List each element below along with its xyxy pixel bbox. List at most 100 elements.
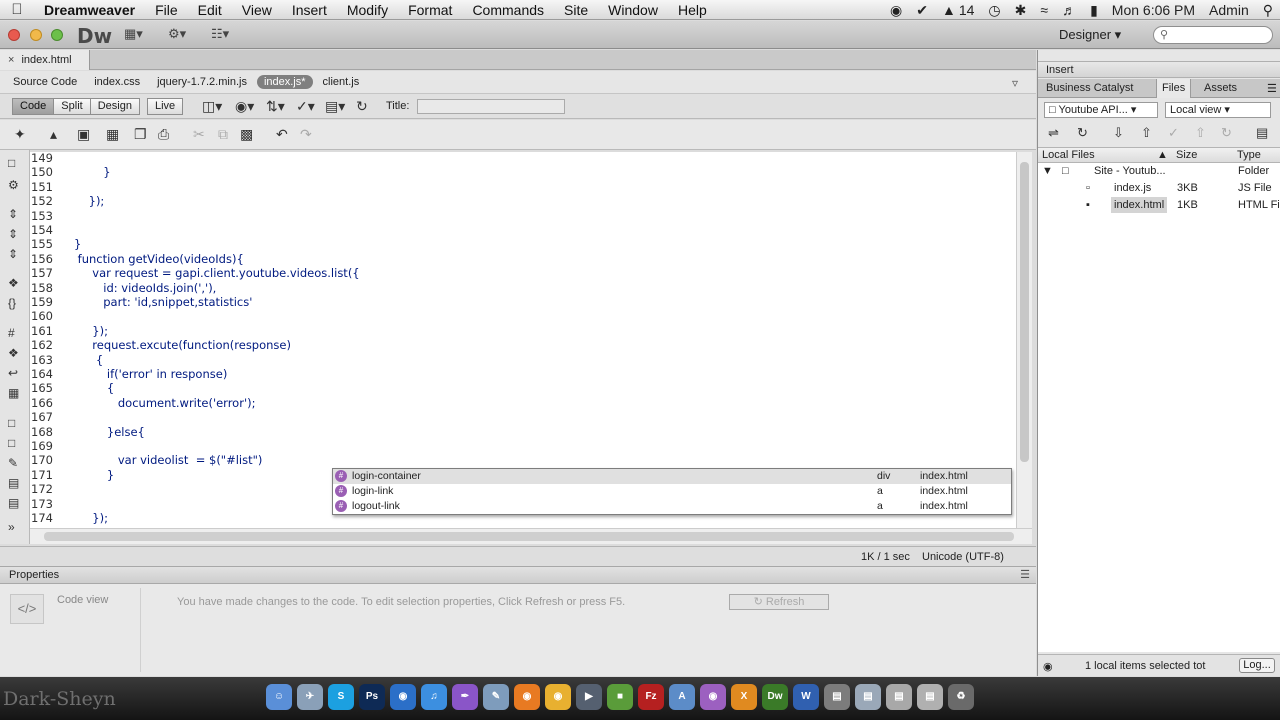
document-tab[interactable]: × index.html bbox=[0, 50, 90, 70]
code-line[interactable]: 171 } bbox=[30, 468, 114, 482]
get-files-icon[interactable]: ⇩ bbox=[1113, 125, 1124, 141]
code-line[interactable]: 153 bbox=[30, 209, 56, 223]
menu-app-name[interactable]: Dreamweaver bbox=[34, 0, 145, 20]
code-line[interactable]: 154 bbox=[30, 223, 56, 237]
related-index-css[interactable]: index.css bbox=[87, 75, 147, 89]
menu-commands[interactable]: Commands bbox=[462, 0, 554, 20]
print-icon[interactable]: ⎙ bbox=[158, 126, 169, 143]
menu-edit[interactable]: Edit bbox=[188, 0, 232, 20]
word-icon[interactable]: W bbox=[793, 684, 819, 710]
wrap-tag-icon[interactable]: ✎ bbox=[8, 456, 18, 470]
related-source-code[interactable]: Source Code bbox=[6, 75, 84, 89]
put-files-icon[interactable]: ⇧ bbox=[1141, 125, 1152, 141]
tree-row[interactable]: ▫ index.js 3KB JS File bbox=[1038, 180, 1280, 196]
check-out-icon[interactable]: ✓ bbox=[1168, 125, 1179, 141]
title-input[interactable] bbox=[417, 99, 565, 114]
code-line[interactable]: 166 document.write('error'); bbox=[30, 396, 255, 410]
camera-icon[interactable]: ◉ bbox=[883, 0, 909, 20]
code-line[interactable]: 163 { bbox=[30, 353, 103, 367]
gear-icon[interactable]: ⚙▾ bbox=[168, 26, 186, 42]
code-line[interactable]: 160 bbox=[30, 309, 56, 323]
filter-icon[interactable]: ▿ bbox=[1005, 75, 1025, 91]
column-type[interactable]: Type bbox=[1237, 149, 1261, 161]
expand-all-icon[interactable]: ⇕ bbox=[8, 247, 18, 261]
paste-icon[interactable]: ▩ bbox=[240, 126, 253, 143]
feather-icon[interactable]: ✒ bbox=[452, 684, 478, 710]
site-select[interactable]: □ Youtube API... ▾ bbox=[1044, 102, 1158, 118]
horizontal-scroll-thumb[interactable] bbox=[44, 532, 1014, 541]
save-all-icon[interactable]: ❐ bbox=[134, 126, 147, 143]
code-line[interactable]: 159 part: 'id,snippet,statistics' bbox=[30, 295, 252, 309]
open-icon[interactable]: ▴ bbox=[50, 126, 57, 143]
code-hint-item[interactable]: # login-link a index.html bbox=[333, 484, 1011, 499]
menu-format[interactable]: Format bbox=[398, 0, 462, 20]
code-line[interactable]: 158 id: videoIds.join(','), bbox=[30, 281, 216, 295]
evernote-icon[interactable]: ✔ bbox=[909, 0, 935, 20]
multiscreen-icon[interactable]: ◫▾ bbox=[202, 98, 222, 115]
tree-row[interactable]: ▼ □ Site - Youtub... Folder bbox=[1038, 163, 1280, 179]
line-numbers-icon[interactable]: # bbox=[8, 326, 15, 340]
horizontal-scrollbar[interactable] bbox=[30, 528, 1032, 544]
balance-braces-icon[interactable]: {} bbox=[8, 296, 16, 310]
code-line[interactable]: 155} bbox=[30, 237, 81, 251]
code-text[interactable]: if('error' in response) bbox=[74, 367, 227, 381]
vertical-scroll-thumb[interactable] bbox=[1020, 162, 1029, 462]
refresh-icon[interactable]: ↻ bbox=[356, 98, 368, 115]
refresh-button[interactable]: ↻ Refresh bbox=[729, 594, 829, 610]
code-line[interactable]: 170 var videolist = $("#list") bbox=[30, 453, 262, 467]
code-line[interactable]: 169 bbox=[30, 439, 56, 453]
menu-insert[interactable]: Insert bbox=[282, 0, 337, 20]
visual-aids-icon[interactable]: ▤▾ bbox=[325, 98, 345, 115]
column-size[interactable]: Size bbox=[1176, 149, 1197, 161]
close-tab-icon[interactable]: × bbox=[0, 54, 21, 66]
code-text[interactable]: }); bbox=[74, 194, 105, 208]
split-view-button[interactable]: Split bbox=[53, 98, 91, 115]
clock[interactable]: Mon 6:06 PM bbox=[1105, 0, 1202, 20]
preview-browser-icon[interactable]: ◉▾ bbox=[235, 98, 254, 115]
browse-icon[interactable]: ▣ bbox=[77, 126, 90, 143]
help-search-input[interactable]: ⚲ bbox=[1153, 26, 1273, 44]
code-text[interactable]: var videolist = $("#list") bbox=[74, 453, 263, 467]
save-icon[interactable]: ▦ bbox=[106, 126, 119, 143]
xampp-icon[interactable]: X bbox=[731, 684, 757, 710]
syntax-coloring-icon[interactable]: ▦ bbox=[8, 386, 19, 400]
adobe-status[interactable]: ▲ 14 bbox=[935, 0, 981, 20]
open-documents-icon[interactable]: □ bbox=[8, 156, 15, 170]
properties-header[interactable]: Properties ☰ bbox=[0, 566, 1036, 584]
minimize-window-button[interactable] bbox=[30, 29, 42, 41]
video-icon[interactable]: ▶ bbox=[576, 684, 602, 710]
log-button[interactable]: Log... bbox=[1239, 658, 1275, 673]
code-text[interactable]: } bbox=[74, 165, 110, 179]
user-name[interactable]: Admin bbox=[1202, 0, 1256, 20]
network-icon[interactable]: ◉ bbox=[390, 684, 416, 710]
downloads-stack-icon[interactable]: ▤ bbox=[855, 684, 881, 710]
code-line[interactable]: 165 { bbox=[30, 381, 114, 395]
photoshop-icon[interactable]: Ps bbox=[359, 684, 385, 710]
related-index-js[interactable]: index.js* bbox=[256, 75, 313, 89]
spotlight-icon[interactable]: ⚲ bbox=[1256, 0, 1280, 20]
tree-row[interactable]: ▪ index.html 1KB HTML Fi bbox=[1038, 197, 1280, 213]
launchpad-icon[interactable]: ✈ bbox=[297, 684, 323, 710]
insert-panel-header[interactable]: Insert bbox=[1038, 61, 1280, 78]
select-parent-tag-icon[interactable]: ❖ bbox=[8, 276, 19, 290]
chrome-icon[interactable]: ◉ bbox=[545, 684, 571, 710]
code-line[interactable]: 173 bbox=[30, 497, 56, 511]
code-text[interactable]: document.write('error'); bbox=[74, 396, 256, 410]
trash-icon[interactable]: ♻ bbox=[948, 684, 974, 710]
code-text[interactable]: id: videoIds.join(','), bbox=[74, 281, 216, 295]
code-line[interactable]: 172 bbox=[30, 482, 56, 496]
code-line[interactable]: 168 }else{ bbox=[30, 425, 145, 439]
battery-icon[interactable]: ▮ bbox=[1083, 0, 1105, 20]
code-line[interactable]: 152 }); bbox=[30, 194, 104, 208]
redo-icon[interactable]: ↷ bbox=[300, 126, 312, 143]
code-text[interactable]: { bbox=[74, 353, 103, 367]
design-view-button[interactable]: Design bbox=[89, 98, 140, 115]
dreamweaver-icon[interactable]: Dw bbox=[762, 684, 788, 710]
related-client-js[interactable]: client.js bbox=[316, 75, 367, 89]
code-hint-item[interactable]: # login-container div index.html bbox=[333, 469, 1011, 484]
check-in-icon[interactable]: ⇧ bbox=[1195, 125, 1206, 141]
menu-site[interactable]: Site bbox=[554, 0, 598, 20]
minecraft-icon[interactable]: ■ bbox=[607, 684, 633, 710]
code-text[interactable]: function getVideo(videoIds){ bbox=[74, 252, 244, 266]
remove-comment-icon[interactable]: □ bbox=[8, 436, 15, 450]
